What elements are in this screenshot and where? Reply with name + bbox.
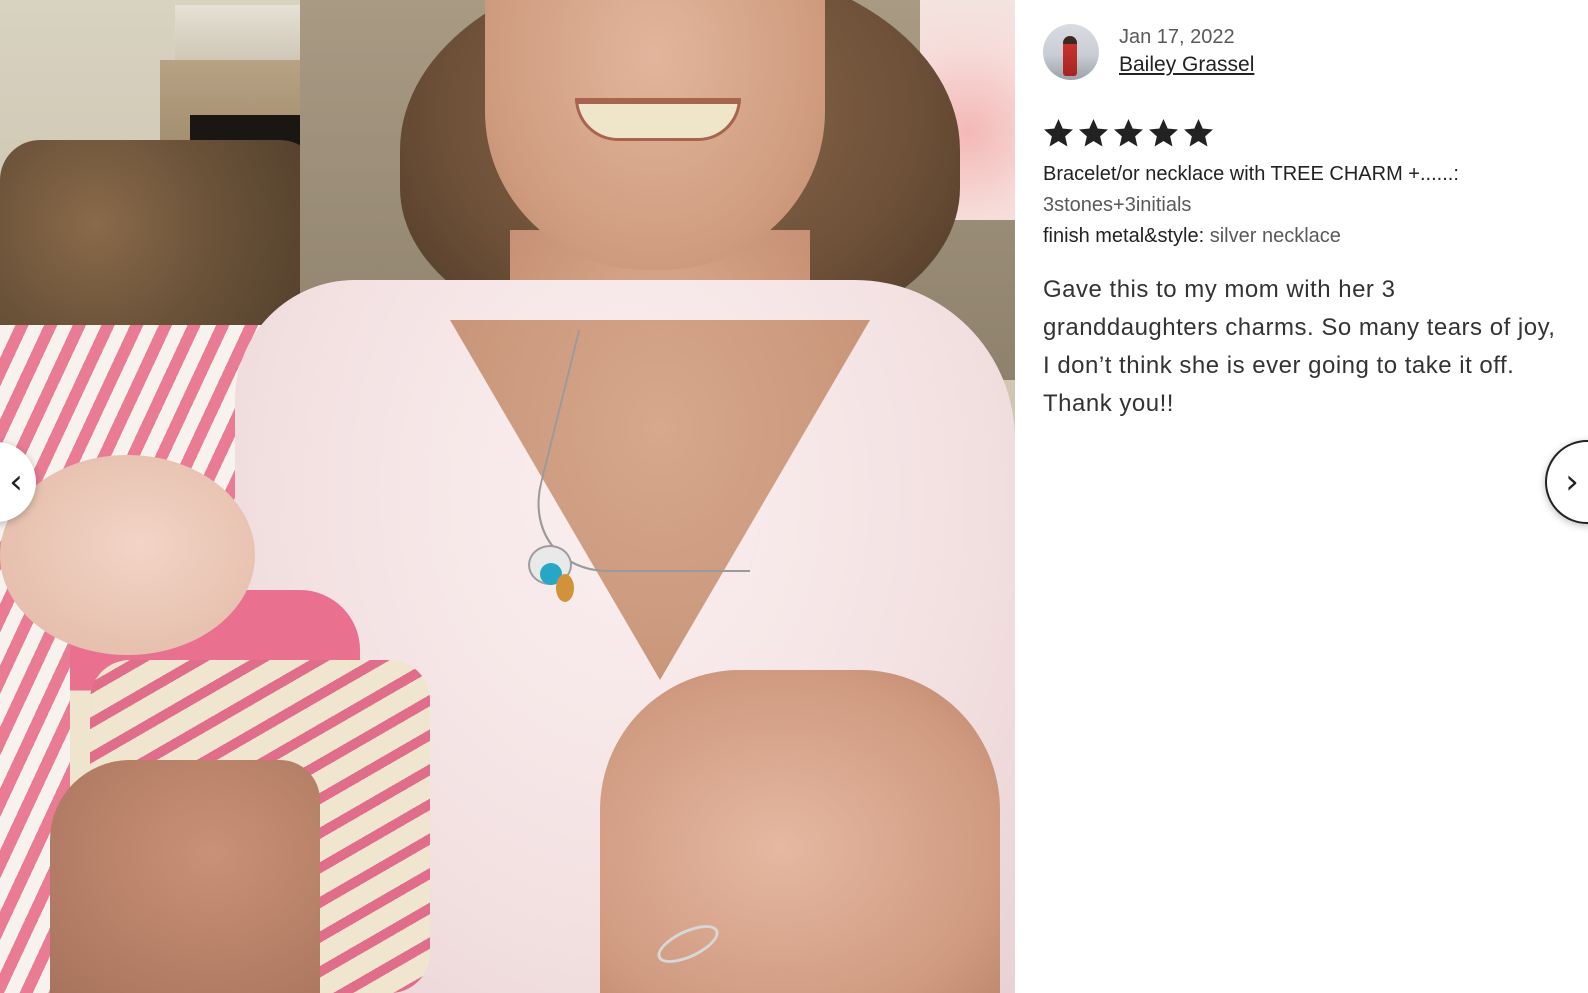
review-panel: Jan 17, 2022 Bailey Grassel Bracelet/or … [1015, 0, 1588, 993]
star-icon [1078, 118, 1109, 149]
chevron-left-icon: ‹ [9, 462, 23, 502]
photo-holding-arm [50, 760, 320, 993]
star-icon [1043, 118, 1074, 149]
photo-smile [575, 98, 741, 141]
reviewer-name-link[interactable]: Bailey Grassel [1119, 50, 1254, 80]
variation-label: Bracelet/or necklace with TREE CHARM +..… [1043, 163, 1459, 185]
star-icon [1113, 118, 1144, 149]
reviewer-meta: Jan 17, 2022 Bailey Grassel [1119, 24, 1254, 80]
photo-raised-hand [600, 670, 1000, 993]
review-photo [0, 0, 1015, 993]
review-lightbox: ‹ Jan 17, 2022 Bailey Grassel Bracelet/o… [0, 0, 1588, 993]
avatar-figure [1063, 36, 1077, 76]
star-icon [1183, 118, 1214, 149]
review-text: Gave this to my mom with her 3 granddaug… [1043, 276, 1556, 417]
chevron-right-icon: › [1565, 462, 1579, 502]
variation-value: 3stones+3initials [1043, 194, 1192, 216]
variation-value: silver necklace [1209, 225, 1341, 247]
variation-label: finish metal&style: [1043, 225, 1205, 247]
reviewer-info: Jan 17, 2022 Bailey Grassel [1043, 24, 1254, 80]
photo-amber-stone [556, 574, 574, 602]
review-date: Jan 17, 2022 [1119, 26, 1235, 48]
variation-finish: finish metal&style: silver necklace [1043, 222, 1341, 250]
avatar[interactable] [1043, 24, 1099, 80]
photo-baby-head [0, 455, 255, 655]
star-rating [1043, 118, 1214, 149]
star-icon [1148, 118, 1179, 149]
